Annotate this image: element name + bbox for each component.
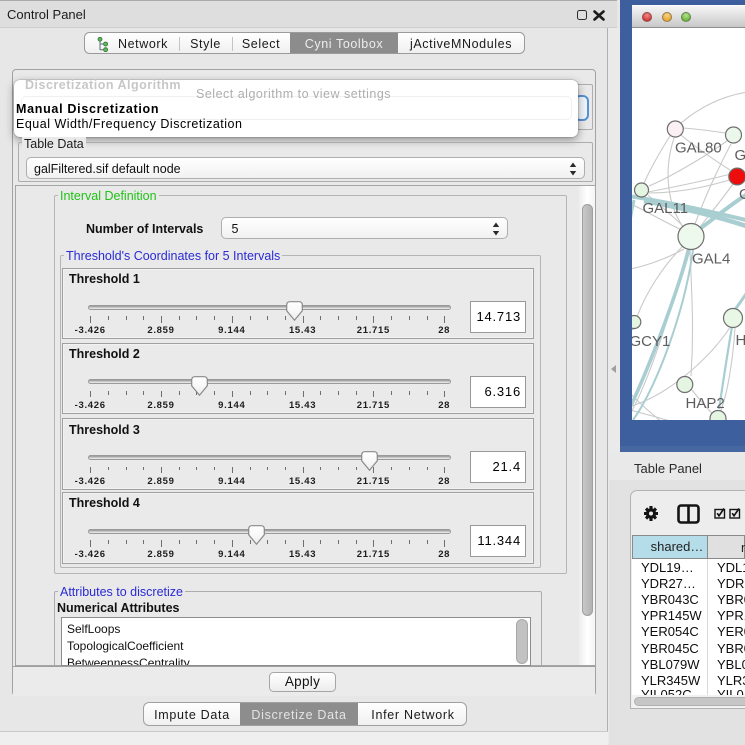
svg-text:GA: GA — [739, 186, 745, 203]
svg-text:G.: G. — [735, 147, 745, 164]
svg-text:GCY1: GCY1 — [632, 333, 670, 350]
svg-text:GAL4: GAL4 — [692, 251, 730, 268]
svg-text:GAL80: GAL80 — [675, 140, 722, 157]
svg-text:HAP2: HAP2 — [686, 395, 725, 412]
svg-text:GAL11: GAL11 — [643, 200, 689, 217]
svg-text:H: H — [736, 332, 745, 349]
